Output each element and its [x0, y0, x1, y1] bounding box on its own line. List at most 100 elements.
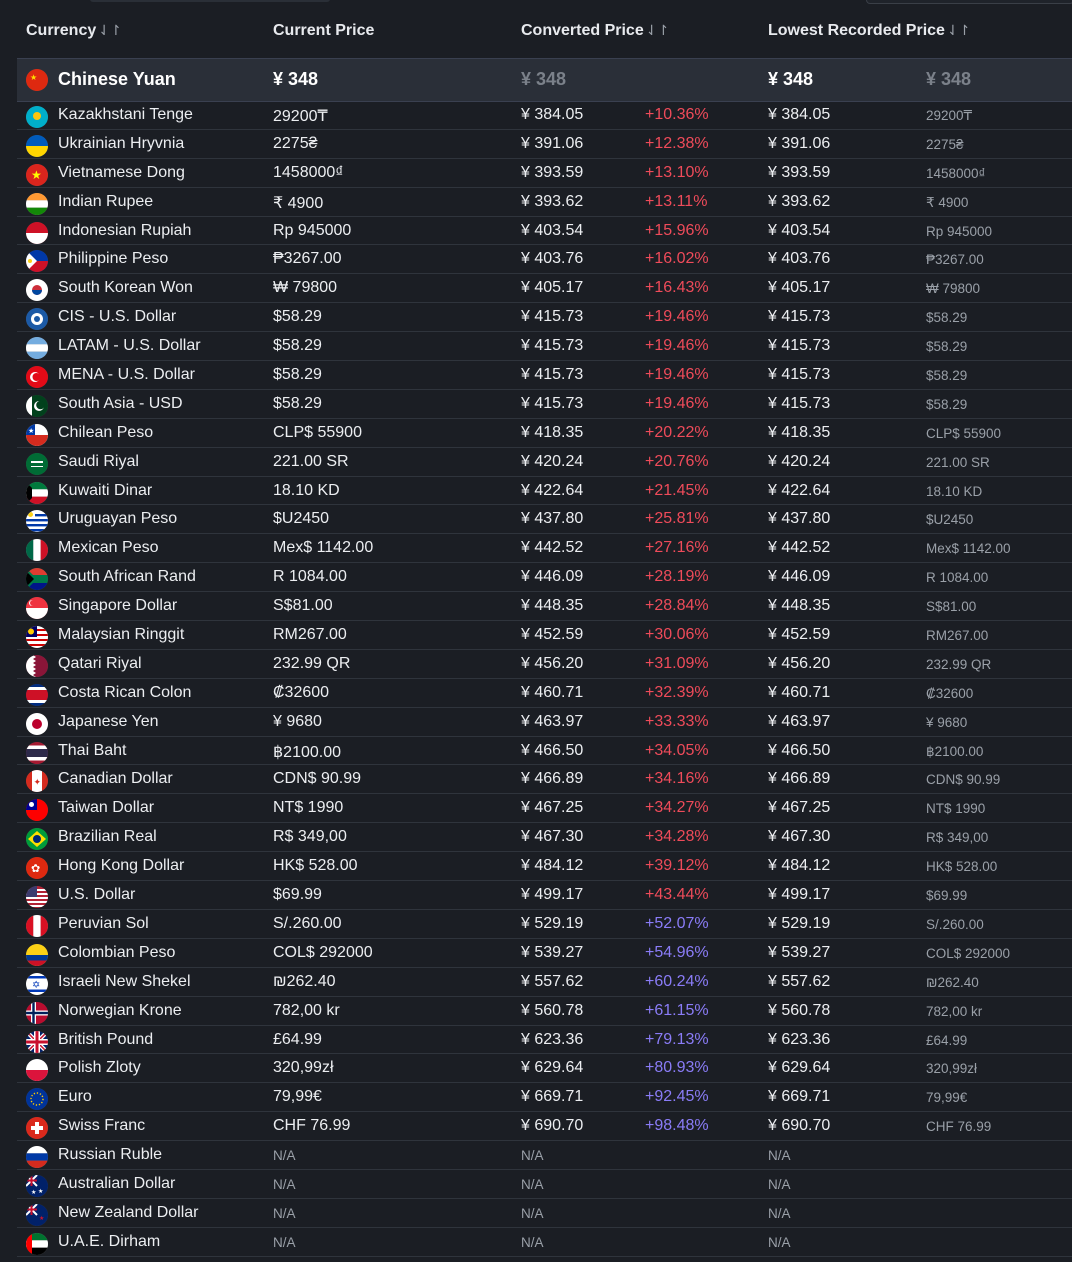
- currency-name: Indonesian Rupiah: [58, 221, 192, 239]
- table-row[interactable]: Indonesian Rupiah Rp 945000 ¥ 403.54 +15.96…: [17, 217, 1072, 246]
- table-row[interactable]: Singapore Dollar S$81.00 ¥ 448.35 +28.84% ¥ …: [17, 592, 1072, 622]
- highlighted-row-chinese-yuan[interactable]: ★ Chinese Yuan ¥ 348 ¥ 348 ¥ 348 ¥ 348: [17, 58, 1072, 102]
- table-row[interactable]: Swiss Franc CHF 76.99 ¥ 690.70 +98.48% ¥ 690…: [17, 1112, 1072, 1142]
- sort-icon[interactable]: ⇃↾: [947, 22, 970, 38]
- table-row[interactable]: MENA - U.S. Dollar $58.29 ¥ 415.73 +19.46% ¥…: [17, 361, 1072, 390]
- lowest-price: ¥ 529.19: [768, 914, 831, 932]
- table-row[interactable]: ★ New Zealand Dollar N/A N/A N/A: [17, 1199, 1072, 1228]
- currency-name: Euro: [58, 1088, 92, 1106]
- currency-name: Colombian Peso: [58, 943, 176, 961]
- header-currency[interactable]: Currency ⇃↾: [26, 22, 122, 40]
- lowest-price: ¥ 560.78: [768, 1001, 831, 1019]
- currency-name: CIS - U.S. Dollar: [58, 308, 177, 326]
- table-row[interactable]: Uruguayan Peso $U2450 ¥ 437.80 +25.81% ¥ 437…: [17, 505, 1072, 535]
- table-row[interactable]: Malaysian Ringgit RM267.00 ¥ 452.59 +30.06%…: [17, 621, 1072, 650]
- lowest-original-price: CHF 76.99: [926, 1119, 992, 1135]
- table-row[interactable]: LATAM - U.S. Dollar $58.29 ¥ 415.73 +19.46%…: [17, 332, 1072, 362]
- currency-name: Polish Zloty: [58, 1059, 141, 1077]
- currency-name: Canadian Dollar: [58, 770, 173, 788]
- table-row[interactable]: South Korean Won ₩ 79800 ¥ 405.17 +16.43% ¥ …: [17, 274, 1072, 304]
- converted-price: ¥ 403.76: [521, 250, 584, 268]
- current-price: 1458000₫: [273, 163, 344, 181]
- table-row[interactable]: Ukrainian Hryvnia 2275₴ ¥ 391.06 +12.38% ¥ 3…: [17, 130, 1072, 159]
- russia-flag-icon: [26, 1146, 48, 1169]
- currency-name: British Pound: [58, 1030, 154, 1048]
- table-row[interactable]: ★ ★ Australian Dollar N/A N/A N/A: [17, 1170, 1072, 1199]
- new-zealand-flag-icon: ★: [26, 1203, 48, 1226]
- header-converted-price[interactable]: Converted Price ⇃↾: [521, 22, 669, 40]
- singapore-flag-icon: [26, 597, 48, 620]
- current-price: 18.10 KD: [273, 481, 340, 499]
- current-price: S$81.00: [273, 597, 333, 615]
- table-row[interactable]: Euro 79,99€ ¥ 669.71 +92.45% ¥ 669.71 79,99€: [17, 1083, 1072, 1113]
- current-price: ₩ 79800: [273, 279, 338, 297]
- price-difference-percent: +16.02%: [645, 250, 709, 268]
- table-row[interactable]: South African Rand R 1084.00 ¥ 446.09 +28.1…: [17, 563, 1072, 593]
- table-row[interactable]: Philippine Peso ₱3267.00 ¥ 403.76 +16.02% ¥ …: [17, 245, 1072, 275]
- currency-name: South Korean Won: [58, 279, 193, 297]
- lowest-original-price: 2275₴: [926, 136, 964, 152]
- table-row[interactable]: Japanese Yen ¥ 9680 ¥ 463.97 +33.33% ¥ 463.9…: [17, 708, 1072, 737]
- switzerland-flag-icon: [26, 1117, 48, 1140]
- current-price: N/A: [273, 1234, 296, 1250]
- lowest-price: ¥ 452.59: [768, 626, 831, 644]
- lowest-price: N/A: [768, 1205, 791, 1221]
- sort-icon[interactable]: ⇃↾: [98, 22, 121, 38]
- table-row[interactable]: ✡ Israeli New Shekel ₪262.40 ¥ 557.62 +60.24…: [17, 968, 1072, 997]
- table-row[interactable]: ★ Chilean Peso CLP$ 55900 ¥ 418.35 +20.22% ¥ …: [17, 419, 1072, 448]
- table-row[interactable]: ✿ Hong Kong Dollar HK$ 528.00 ¥ 484.12 +39.1…: [17, 852, 1072, 882]
- price-difference-percent: +32.39%: [645, 683, 709, 701]
- current-price: Rp 945000: [273, 221, 352, 239]
- cropped-search-box[interactable]: [866, 0, 1072, 4]
- lowest-price: ¥ 456.20: [768, 654, 831, 672]
- table-row[interactable]: Qatari Riyal 232.99 QR ¥ 456.20 +31.09% ¥ 45…: [17, 650, 1072, 679]
- current-price: CHF 76.99: [273, 1117, 351, 1135]
- norway-flag-icon: [26, 1001, 48, 1024]
- table-row[interactable]: Taiwan Dollar NT$ 1990 ¥ 467.25 +34.27% ¥ 46…: [17, 794, 1072, 824]
- table-row[interactable]: Indian Rupee ₹ 4900 ¥ 393.62 +13.11% ¥ 393.6…: [17, 188, 1072, 217]
- lowest-price: ¥ 393.62: [768, 192, 831, 210]
- table-row[interactable]: Brazilian Real R$ 349,00 ¥ 467.30 +34.28% ¥ …: [17, 823, 1072, 853]
- table-row[interactable]: Costa Rican Colon ₡32600 ¥ 460.71 +32.39% ¥ …: [17, 679, 1072, 708]
- table-row[interactable]: U.S. Dollar $69.99 ¥ 499.17 +43.44% ¥ 499.17…: [17, 881, 1072, 910]
- table-row[interactable]: U.A.E. Dirham N/A N/A N/A: [17, 1228, 1072, 1257]
- currency-name: Japanese Yen: [58, 712, 159, 730]
- currency-name: Israeli New Shekel: [58, 972, 191, 990]
- lowest-original-price: 782,00 kr: [926, 1003, 983, 1019]
- lowest-price: ¥ 467.30: [768, 828, 831, 846]
- table-row[interactable]: Kazakhstani Tenge 29200₸ ¥ 384.05 +10.36% ¥ …: [17, 101, 1072, 130]
- table-row[interactable]: Mexican Peso Mex$ 1142.00 ¥ 442.52 +27.16% ¥…: [17, 534, 1072, 564]
- table-row[interactable]: Russian Ruble N/A N/A N/A: [17, 1141, 1072, 1170]
- price-difference-percent: +28.84%: [645, 597, 709, 615]
- converted-price: ¥ 456.20: [521, 654, 584, 672]
- currency-name: Uruguayan Peso: [58, 510, 178, 528]
- converted-price: ¥ 467.30: [521, 828, 584, 846]
- price-difference-percent: +25.81%: [645, 510, 709, 528]
- lowest-price: ¥ 446.09: [768, 568, 831, 586]
- table-row[interactable]: ★ Vietnamese Dong 1458000₫ ¥ 393.59 +13.10% ¥…: [17, 159, 1072, 188]
- lowest-price: ¥ 442.52: [768, 539, 831, 557]
- header-lowest-recorded-price[interactable]: Lowest Recorded Price ⇃↾: [768, 22, 970, 40]
- table-row[interactable]: Norwegian Krone 782,00 kr ¥ 560.78 +61.15% ¥…: [17, 997, 1072, 1026]
- table-row[interactable]: Kuwaiti Dinar 18.10 KD ¥ 422.64 +21.45% ¥ 42…: [17, 477, 1072, 506]
- table-row[interactable]: ✦ Canadian Dollar CDN$ 90.99 ¥ 466.89 +34.16…: [17, 765, 1072, 795]
- table-row[interactable]: Colombian Peso COL$ 292000 ¥ 539.27 +54.96%…: [17, 939, 1072, 968]
- canada-flag-icon: ✦: [26, 770, 48, 793]
- table-row[interactable]: Saudi Riyal 221.00 SR ¥ 420.24 +20.76% ¥ 420…: [17, 448, 1072, 477]
- converted-price: ¥ 393.59: [521, 163, 584, 181]
- converted-price: ¥ 466.89: [521, 770, 584, 788]
- lowest-original-price: $58.29: [926, 339, 968, 355]
- lowest-original-price: R 1084.00: [926, 570, 989, 586]
- currency-name: South African Rand: [58, 568, 196, 586]
- table-row[interactable]: Polish Zloty 320,99zł ¥ 629.64 +80.93% ¥ 629…: [17, 1054, 1072, 1084]
- table-row[interactable]: South Asia - USD $58.29 ¥ 415.73 +19.46% ¥ 4…: [17, 390, 1072, 419]
- table-row[interactable]: Peruvian Sol S/.260.00 ¥ 529.19 +52.07% ¥ 52…: [17, 910, 1072, 939]
- lowest-price: ¥ 460.71: [768, 683, 831, 701]
- lowest-original-price: 320,99zł: [926, 1061, 978, 1077]
- currency-name: Hong Kong Dollar: [58, 857, 185, 875]
- table-row[interactable]: British Pound £64.99 ¥ 623.36 +79.13% ¥ 623.…: [17, 1026, 1072, 1055]
- converted-price: N/A: [521, 1176, 544, 1192]
- table-row[interactable]: Thai Baht ฿2100.00 ¥ 466.50 +34.05% ¥ 466.50…: [17, 737, 1072, 766]
- sort-icon[interactable]: ⇃↾: [646, 22, 669, 38]
- table-row[interactable]: CIS - U.S. Dollar $58.29 ¥ 415.73 +19.46% ¥ …: [17, 303, 1072, 333]
